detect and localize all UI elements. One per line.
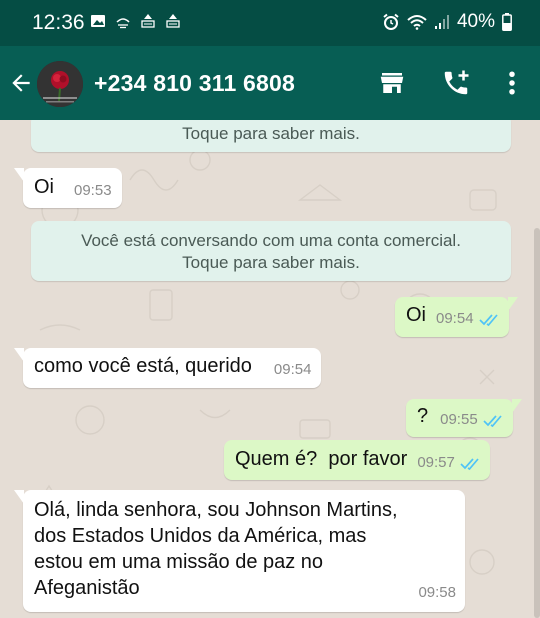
- chat-header: +234 810 311 6808: [0, 46, 540, 120]
- message-line: Afeganistão: [34, 577, 140, 599]
- message-time: 09:54: [436, 310, 474, 327]
- message-line: dos Estados Unidos da América, mas: [34, 525, 367, 547]
- read-ticks-icon: [478, 314, 498, 327]
- message-line: estou em uma missão de paz no: [34, 551, 324, 573]
- message-outgoing[interactable]: ? 09:55: [406, 399, 522, 437]
- message-text: ?: [417, 405, 429, 427]
- business-notice-line2: Toque para saber mais.: [182, 253, 360, 272]
- battery-icon: [502, 13, 512, 31]
- message-time: 09:54: [273, 361, 312, 378]
- message-line: Olá, linda senhora, sou Johnson Martins,: [34, 499, 398, 521]
- chat-area[interactable]: Toque para saber mais. Oi 09:53 Você est…: [0, 120, 540, 618]
- message-time: 09:53: [74, 182, 112, 199]
- message-text: Quem é? por favor: [235, 448, 408, 470]
- business-notice-line1: Você está conversando com uma conta come…: [81, 231, 461, 250]
- chat-scrollbar[interactable]: [534, 228, 540, 618]
- wifi-icon: [407, 15, 427, 30]
- read-ticks-icon: [460, 458, 479, 471]
- image-icon: [91, 15, 105, 27]
- message-incoming[interactable]: Oi 09:53: [14, 168, 122, 208]
- sync-icon: [166, 14, 180, 28]
- message-outgoing[interactable]: Oi 09:54: [395, 297, 518, 337]
- battery-level: 40%: [456, 11, 495, 32]
- status-icons-right: 40%: [382, 11, 512, 33]
- more-vert-icon[interactable]: [497, 68, 527, 98]
- business-notice-top[interactable]: Toque para saber mais.: [31, 120, 511, 152]
- message-time: 09:58: [418, 584, 456, 601]
- alarm-icon: [383, 13, 399, 30]
- signal-icon: [434, 15, 449, 29]
- message-time: 09:55: [440, 411, 478, 428]
- status-bar: 12:36 40%: [0, 0, 540, 46]
- status-icons-left: [90, 13, 181, 29]
- add-call-icon[interactable]: [441, 68, 471, 98]
- business-notice-text: Toque para saber mais.: [182, 124, 360, 143]
- status-time: 12:36: [32, 11, 85, 34]
- message-text: como você está, querido: [34, 355, 252, 377]
- business-notice[interactable]: Você está conversando com uma conta come…: [31, 221, 511, 281]
- chat-title[interactable]: +234 810 311 6808: [94, 70, 295, 97]
- message-incoming[interactable]: Olá, linda senhora, sou Johnson Martins,…: [14, 490, 465, 612]
- avatar[interactable]: [37, 61, 83, 107]
- store-icon[interactable]: [377, 68, 407, 98]
- message-text: Oi: [406, 304, 426, 326]
- weather-icon: [116, 18, 130, 29]
- message-text: Oi: [34, 176, 54, 198]
- message-incoming[interactable]: como você está, querido 09:54: [14, 348, 322, 388]
- sync-icon: [141, 14, 155, 28]
- message-outgoing[interactable]: Quem é? por favor 09:57: [224, 440, 490, 480]
- message-time: 09:57: [417, 454, 455, 471]
- back-arrow-icon[interactable]: [8, 70, 34, 96]
- read-ticks-icon: [483, 415, 502, 428]
